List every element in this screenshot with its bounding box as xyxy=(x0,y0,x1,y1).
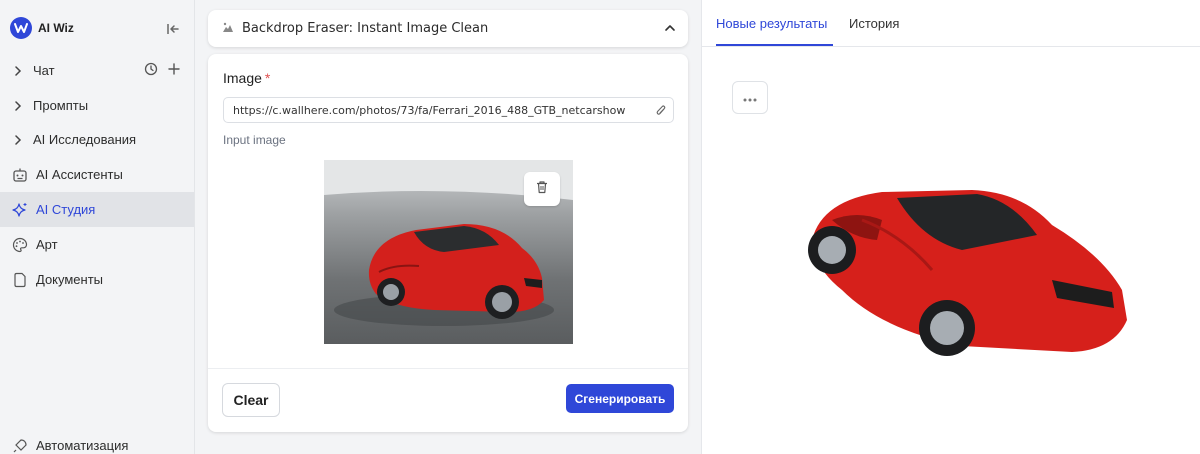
image-url-value: https://c.wallhere.com/photos/73/fa/Ferr… xyxy=(233,103,626,117)
sidebar-item-automation[interactable]: Автоматизация xyxy=(0,428,194,454)
robot-icon xyxy=(11,167,29,183)
sidebar-item-chat[interactable]: Чат xyxy=(0,53,194,88)
sidebar-item-label: Автоматизация xyxy=(36,438,129,453)
delete-image-button[interactable] xyxy=(524,172,560,206)
image-tool-icon xyxy=(222,20,234,38)
image-url-input[interactable]: https://c.wallhere.com/photos/73/fa/Ferr… xyxy=(223,97,674,123)
sidebar: AI Wiz Чат Промпты AI Исследования AI Ас… xyxy=(0,0,195,454)
more-options-button[interactable] xyxy=(732,81,768,114)
sidebar-item-ai-studio[interactable]: AI Студия xyxy=(0,192,194,227)
active-tab-indicator xyxy=(716,44,833,46)
tool-title: Backdrop Eraser: Instant Image Clean xyxy=(242,21,489,36)
chevron-right-icon xyxy=(14,134,26,145)
tab-new-results[interactable]: Новые результаты xyxy=(716,16,827,31)
results-panel: Новые результаты История xyxy=(701,0,1200,454)
clear-button[interactable]: Clear xyxy=(222,383,280,417)
brand-name: AI Wiz xyxy=(38,21,74,35)
chevron-right-icon xyxy=(14,65,26,76)
result-image xyxy=(802,180,1132,370)
sidebar-item-label: Промпты xyxy=(33,98,89,113)
sidebar-item-label: Документы xyxy=(36,272,104,287)
sidebar-item-label: AI Исследования xyxy=(33,132,137,147)
sidebar-item-label: Арт xyxy=(36,237,58,252)
add-chat-icon[interactable] xyxy=(168,63,180,78)
trash-icon xyxy=(535,180,549,199)
tool-form-card: Image * https://c.wallhere.com/photos/73/… xyxy=(208,54,688,432)
brand[interactable]: AI Wiz xyxy=(10,16,74,40)
sidebar-item-label: Чат xyxy=(33,63,55,78)
history-clock-icon[interactable] xyxy=(144,62,158,79)
sidebar-item-prompts[interactable]: Промпты xyxy=(0,88,194,123)
palette-icon xyxy=(11,237,29,253)
image-field-label: Image * xyxy=(223,70,270,86)
sidebar-item-label: AI Студия xyxy=(36,202,96,217)
collapse-sidebar-icon[interactable] xyxy=(164,20,182,38)
chevron-right-icon xyxy=(14,100,26,111)
ellipsis-icon xyxy=(743,89,757,107)
sidebar-item-documents[interactable]: Документы xyxy=(0,262,194,297)
results-tabs: Новые результаты История xyxy=(702,0,1200,47)
paperclip-icon[interactable] xyxy=(655,104,667,120)
sidebar-item-label: AI Ассистенты xyxy=(36,167,123,182)
sidebar-item-art[interactable]: Арт xyxy=(0,227,194,262)
input-image-caption: Input image xyxy=(223,133,286,147)
tool-header[interactable]: Backdrop Eraser: Instant Image Clean xyxy=(208,10,688,47)
required-mark: * xyxy=(264,70,271,86)
sparkle-icon xyxy=(11,202,29,218)
document-icon xyxy=(11,272,29,288)
image-label-text: Image xyxy=(223,70,262,86)
ai-wiz-logo xyxy=(10,17,32,39)
form-divider xyxy=(208,368,688,369)
rocket-icon xyxy=(11,438,29,454)
chevron-up-icon[interactable] xyxy=(664,21,676,39)
generate-button[interactable]: Сгенерировать xyxy=(566,384,674,413)
tab-history[interactable]: История xyxy=(849,16,899,31)
sidebar-item-ai-assistants[interactable]: AI Ассистенты xyxy=(0,157,194,192)
sidebar-item-ai-research[interactable]: AI Исследования xyxy=(0,122,194,157)
